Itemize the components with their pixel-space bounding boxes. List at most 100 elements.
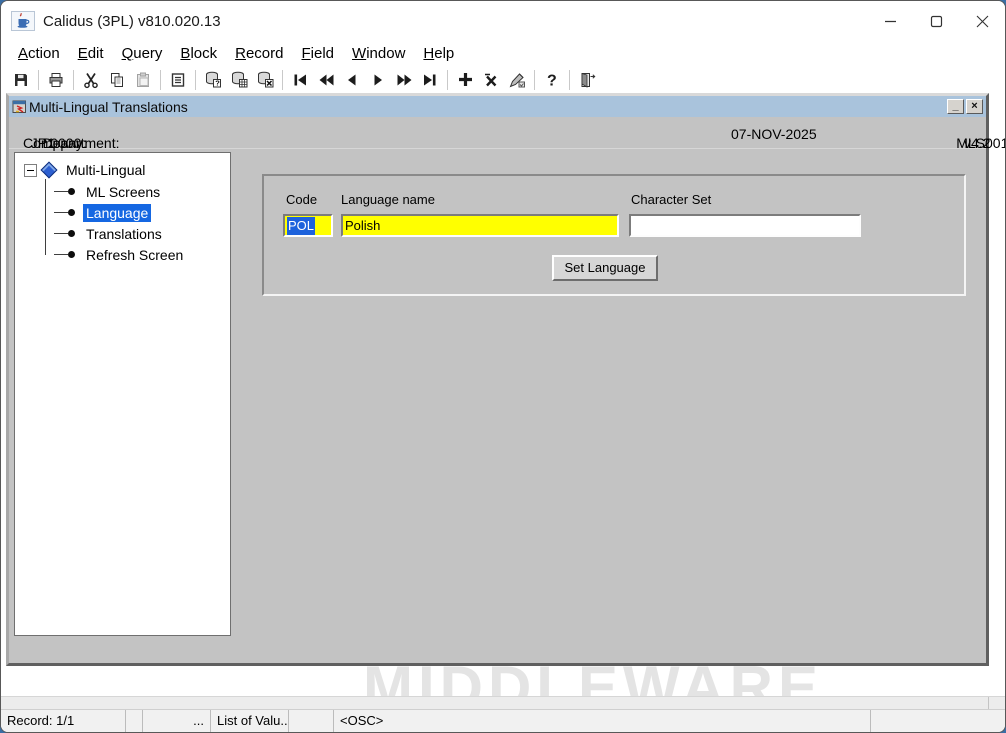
middleware-watermark: MIDDLEWARE [363,666,823,698]
edit-button[interactable] [165,68,191,92]
os-titlebar[interactable]: Calidus (3PL) v810.020.13 [1,1,1005,41]
previous-record-button[interactable] [339,68,365,92]
first-record-button[interactable] [287,68,313,92]
tree-item-translations[interactable]: Translations [24,223,230,244]
app-window: Calidus (3PL) v810.020.13 Action Edit Qu… [0,0,1006,733]
menu-help[interactable]: Help [414,43,463,64]
print-button[interactable] [43,68,69,92]
next-record-icon [370,72,386,88]
menu-query[interactable]: Query [113,43,172,64]
next-record-button[interactable] [365,68,391,92]
cut-button[interactable] [78,68,104,92]
toolbar-separator [569,70,570,90]
window-title: Calidus (3PL) v810.020.13 [43,13,221,30]
help-icon: ? [544,71,560,89]
minimize-icon [884,15,897,28]
tree-root-label: Multi-Lingual [63,161,148,179]
tree-root-diamond-icon [41,162,58,179]
last-record-button[interactable] [417,68,443,92]
status-bar: Record: 1/1 ... List of Valu... <OSC> [1,709,1005,732]
code-field[interactable]: POL [283,214,333,237]
character-set-field[interactable] [629,214,861,237]
tree-collapse-icon[interactable] [24,164,37,177]
toolbar-separator [534,70,535,90]
list-of-values-indicator: List of Valu... [211,710,289,732]
tree-root-multi-lingual[interactable]: Multi-Lingual [24,159,230,181]
cancel-query-button[interactable] [252,68,278,92]
canvas-body: Multi-Lingual ML Screens Language [9,149,986,663]
toolbar-separator [447,70,448,90]
lock-record-icon [508,71,526,89]
mdi-minimize-button[interactable]: _ [947,99,964,114]
copy-button[interactable] [104,68,130,92]
set-language-button[interactable]: Set Language [552,255,658,281]
exit-button[interactable] [574,68,600,92]
record-indicator: Record: 1/1 [1,710,126,732]
java-app-icon [11,11,35,31]
menu-bar: Action Edit Query Block Record Field Win… [1,41,1005,66]
toolbar-separator [195,70,196,90]
execute-query-button[interactable] [226,68,252,92]
tree-bullet-icon [68,188,75,195]
language-form-panel: Code Language name Character Set POL Pol… [262,174,966,296]
enter-query-button[interactable]: ? [200,68,226,92]
current-date: 07-NOV-2025 [731,126,817,142]
osc-indicator: <OSC> [334,710,871,732]
save-icon [12,71,30,89]
multi-lingual-window: Multi-Lingual Translations _ × Company: … [6,93,989,666]
toolbar-separator [73,70,74,90]
menu-field[interactable]: Field [293,43,344,64]
previous-block-button[interactable] [313,68,339,92]
character-set-label: Character Set [631,192,711,207]
status-cell-ellipsis: ... [143,710,211,732]
mdi-window-icon [12,99,27,114]
menu-window[interactable]: Window [343,43,414,64]
svg-text:?: ? [215,79,220,88]
horizontal-scrollbar[interactable] [1,696,1005,709]
tree-bullet-icon [68,251,75,258]
exit-icon [578,71,597,89]
copy-icon [108,71,126,89]
tree-item-refresh-screen[interactable]: Refresh Screen [24,244,230,265]
menu-edit[interactable]: Edit [69,43,113,64]
watermark-strip: MIDDLEWARE [1,666,1005,698]
screen-id-version: MLS0010 v4.2 [956,126,964,142]
navigation-tree-panel: Multi-Lingual ML Screens Language [14,152,231,636]
paste-button[interactable] [130,68,156,92]
language-name-label: Language name [341,192,435,207]
tree-bullet-icon [68,209,75,216]
tree-item-ml-screens[interactable]: ML Screens [24,181,230,202]
language-name-field[interactable]: Polish [341,214,619,237]
last-record-icon [422,72,438,88]
form-canvas: Company: JP1 Department: 0000 07-NOV-202… [9,117,986,663]
tree-item-language[interactable]: Language [24,202,230,223]
help-button[interactable]: ? [539,68,565,92]
toolbar-separator [282,70,283,90]
status-cell-empty [126,710,143,732]
status-cell-empty [289,710,334,732]
menu-block[interactable]: Block [171,43,226,64]
mdi-close-button[interactable]: × [966,99,983,114]
next-block-button[interactable] [391,68,417,92]
menu-record[interactable]: Record [226,43,292,64]
company-department-text: Company: JP1 Department: 0000 [23,126,50,142]
cut-icon [82,71,100,89]
lock-record-button[interactable] [504,68,530,92]
toolbar-separator [38,70,39,90]
minimize-button[interactable] [867,1,913,41]
code-label: Code [286,192,317,207]
menu-action[interactable]: Action [9,43,69,64]
delete-record-button[interactable] [478,68,504,92]
close-button[interactable] [959,1,1005,41]
next-block-icon [396,72,413,88]
insert-record-icon [457,71,474,88]
insert-record-button[interactable] [452,68,478,92]
save-button[interactable] [8,68,34,92]
print-icon [47,71,65,89]
tree-bullet-icon [68,230,75,237]
mdi-titlebar[interactable]: Multi-Lingual Translations _ × [9,96,986,117]
first-record-icon [292,72,308,88]
toolbar: ? ? [1,66,1005,93]
maximize-button[interactable] [913,1,959,41]
svg-text:?: ? [547,72,557,89]
